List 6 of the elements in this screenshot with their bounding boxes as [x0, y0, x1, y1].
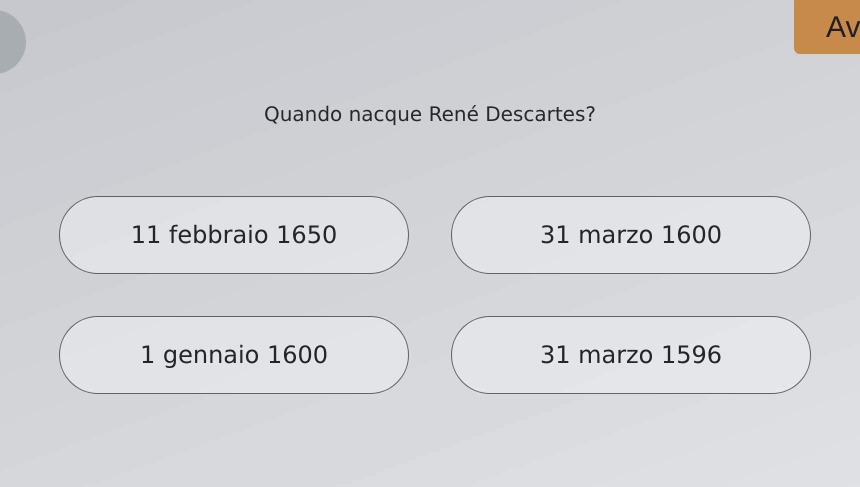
answer-button[interactable]: 11 febbraio 1650: [59, 196, 409, 274]
answer-button[interactable]: 31 marzo 1600: [451, 196, 811, 274]
answer-button[interactable]: 31 marzo 1596: [451, 316, 811, 394]
question-text: Quando nacque René Descartes?: [264, 102, 596, 126]
answer-button[interactable]: 1 gennaio 1600: [59, 316, 409, 394]
corner-button[interactable]: Av: [794, 0, 860, 54]
